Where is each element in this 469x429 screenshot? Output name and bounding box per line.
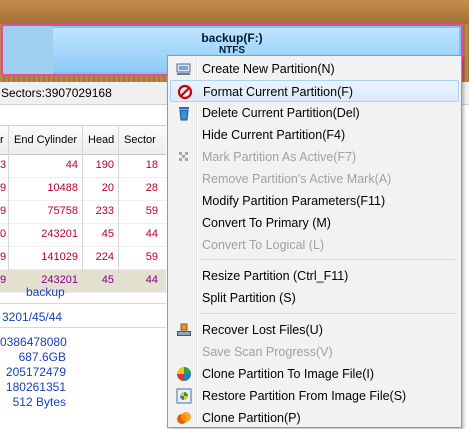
cell-sector: 44	[145, 228, 158, 240]
menu-item-resize-partition[interactable]: Resize Partition (Ctrl_F11)	[170, 265, 459, 287]
menu-item-delete-current-partition[interactable]: Delete Current Partition(Del)	[170, 102, 459, 124]
cell-head: 45	[101, 228, 114, 240]
menu-item-label: Split Partition (S)	[202, 291, 296, 305]
menu-item-restore-from-image-file[interactable]: Restore Partition From Image File(S)	[170, 385, 459, 407]
table-row[interactable]: 9 75758 233 59	[0, 201, 166, 224]
menu-item-label: Resize Partition (Ctrl_F11)	[202, 269, 349, 283]
menu-item-format-current-partition[interactable]: Format Current Partition(F)	[170, 80, 459, 102]
divider	[0, 303, 166, 304]
menu-item-label: Format Current Partition(F)	[203, 85, 354, 99]
column-header-partial[interactable]: r	[0, 134, 4, 146]
menu-item-label: Hide Current Partition(F4)	[202, 128, 346, 142]
menu-item-mark-partition-active[interactable]: Mark Partition As Active(F7)	[170, 146, 459, 168]
trash-icon	[176, 105, 192, 121]
restore-icon	[176, 388, 192, 404]
cell-sector: 18	[145, 159, 158, 171]
menu-item-label: Remove Partition's Active Mark(A)	[202, 172, 392, 186]
menu-item-label: Clone Partition(P)	[202, 411, 301, 425]
info-value-free-sectors: 180261351	[5, 380, 66, 394]
partition-chs-value: 3201/45/44	[2, 310, 63, 324]
divider	[0, 327, 166, 328]
menu-item-remove-active-mark[interactable]: Remove Partition's Active Mark(A)	[170, 168, 459, 190]
menu-item-modify-partition-parameters[interactable]: Modify Partition Parameters(F11)	[170, 190, 459, 212]
menu-item-recover-lost-files[interactable]: Recover Lost Files(U)	[170, 319, 459, 341]
cell-head: 224	[95, 251, 114, 263]
table-row[interactable]: 9 10488 20 28	[0, 178, 166, 201]
menu-item-label: Restore Partition From Image File(S)	[202, 389, 407, 403]
clone-icon	[176, 410, 192, 426]
table-row-selected[interactable]: 9 243201 45 44	[0, 270, 166, 293]
cell-partial: 9	[0, 182, 7, 194]
cell-head: 45	[101, 274, 114, 286]
column-divider	[82, 125, 83, 273]
cell-end-cylinder: 10488	[47, 182, 78, 194]
info-value-sector-size: 512 Bytes	[12, 395, 66, 409]
cell-end-cylinder: 44	[65, 159, 78, 171]
partition-title: backup(F:)	[201, 31, 263, 45]
column-header-head[interactable]: Head	[88, 134, 114, 146]
menu-item-label: Convert To Logical (L)	[202, 238, 325, 252]
menu-item-label: Save Scan Progress(V)	[202, 345, 333, 359]
cell-sector: 59	[145, 251, 158, 263]
cell-partial: 0	[0, 228, 7, 240]
cell-end-cylinder: 243201	[41, 228, 78, 240]
table-row[interactable]: 3 44 190 18	[0, 155, 166, 178]
cell-head: 233	[95, 205, 114, 217]
menu-item-label: Delete Current Partition(Del)	[202, 106, 360, 120]
cell-sector: 59	[145, 205, 158, 217]
info-value-total-bytes: 0386478080	[0, 335, 67, 349]
table-row[interactable]: 9 141029 224 59	[0, 247, 166, 270]
cell-partial: 9	[0, 251, 7, 263]
menu-item-clone-partition[interactable]: Clone Partition(P)	[170, 407, 459, 429]
menu-item-hide-current-partition[interactable]: Hide Current Partition(F4)	[170, 124, 459, 146]
menu-item-convert-to-primary[interactable]: Convert To Primary (M)	[170, 212, 459, 234]
cell-partial: 9	[0, 205, 7, 217]
menu-item-label: Recover Lost Files(U)	[202, 323, 323, 337]
menu-separator	[200, 313, 455, 314]
column-header-end-cylinder[interactable]: End Cylinder	[14, 134, 77, 146]
info-value-total-sectors: 205172479	[5, 365, 66, 379]
cell-sector: 44	[145, 274, 158, 286]
menu-item-clone-to-image-file[interactable]: Clone Partition To Image File(I)	[170, 363, 459, 385]
partition-volume-label: backup	[26, 285, 65, 299]
active-mark-icon	[176, 149, 192, 165]
partition-table: r End Cylinder Head Sector 3 44 190 18 9…	[0, 125, 166, 293]
menu-item-split-partition[interactable]: Split Partition (S)	[170, 287, 459, 309]
table-row[interactable]: 0 243201 45 44	[0, 224, 166, 247]
cell-end-cylinder: 141029	[41, 251, 78, 263]
cell-partial: 3	[0, 159, 7, 171]
column-divider	[118, 125, 119, 273]
disk-header-strip	[0, 0, 469, 24]
menu-item-create-new-partition[interactable]: Create New Partition(N)	[170, 58, 459, 80]
table-header: r End Cylinder Head Sector	[0, 125, 166, 155]
menu-item-label: Create New Partition(N)	[202, 62, 335, 76]
new-partition-icon	[176, 61, 192, 77]
info-value-capacity: 687.6GB	[18, 350, 66, 364]
menu-item-label: Convert To Primary (M)	[202, 216, 331, 230]
format-icon	[177, 84, 193, 100]
menu-item-label: Mark Partition As Active(F7)	[202, 150, 357, 164]
menu-separator	[200, 259, 455, 260]
image-file-icon	[176, 366, 192, 382]
recover-icon	[176, 322, 192, 338]
sectors-text: Sectors:3907029168	[1, 86, 112, 100]
menu-item-label: Modify Partition Parameters(F11)	[202, 194, 386, 208]
column-divider	[8, 125, 9, 273]
column-header-sector[interactable]: Sector	[124, 134, 156, 146]
partition-context-menu: Create New Partition(N) Format Current P…	[167, 55, 462, 428]
menu-item-save-scan-progress[interactable]: Save Scan Progress(V)	[170, 341, 459, 363]
cell-end-cylinder: 75758	[47, 205, 78, 217]
menu-item-label: Clone Partition To Image File(I)	[202, 367, 375, 381]
cell-head: 190	[95, 159, 114, 171]
cell-sector: 28	[145, 182, 158, 194]
cell-head: 20	[101, 182, 114, 194]
menu-item-convert-to-logical[interactable]: Convert To Logical (L)	[170, 234, 459, 256]
cell-partial: 9	[0, 274, 7, 286]
